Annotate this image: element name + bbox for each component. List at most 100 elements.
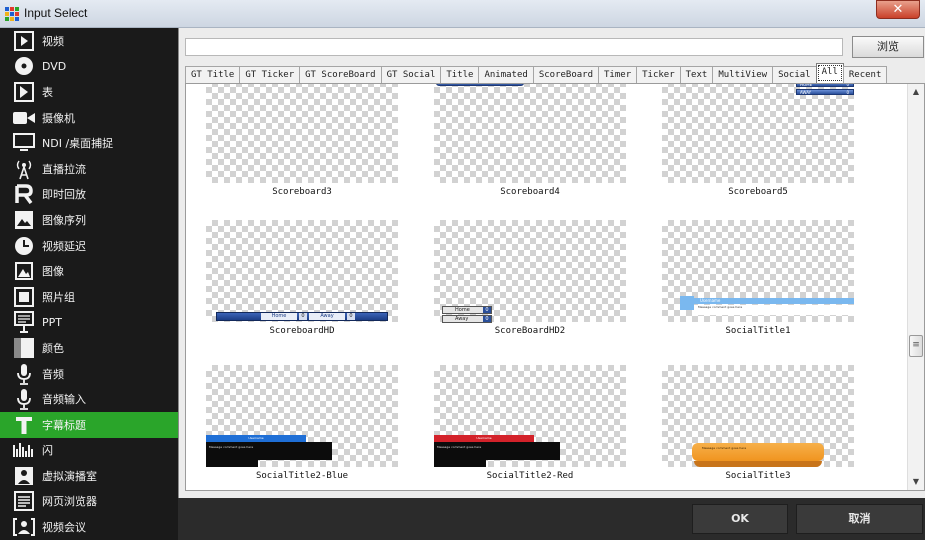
template-thumbnail[interactable]: Username Message comment goes here [434,365,626,467]
sidebar-item-label: 照片组 [42,290,75,304]
sidebar-item-label: 闪 [42,444,53,458]
template-thumbnail[interactable] [206,84,398,183]
template-tile[interactable]: Username Message comment goes here Social… [662,220,854,336]
app-grid-icon [5,7,19,21]
ok-button[interactable]: OK [692,504,788,534]
sidebar-item-2[interactable]: DVD [0,54,178,80]
microphone-icon [12,363,36,385]
template-label: Scoreboard4 [500,187,560,197]
tab-gt-scoreboard[interactable]: GT ScoreBoard [299,66,382,83]
template-thumbnail[interactable]: HOME 0 AWAY 0 [662,84,854,183]
cancel-button[interactable]: 取消 [796,504,923,534]
audio-input-icon [12,388,36,411]
sidebar-item-label: 直播拉流 [42,162,86,176]
template-thumbnail[interactable]: HOME · AWAY [434,84,626,183]
tab-gt-social[interactable]: GT Social [380,66,442,83]
sidebar-item-5[interactable]: NDI /桌面捕捉 [0,130,178,156]
sidebar-item-label: 摄像机 [42,111,75,125]
template-grid: Message comment goes here SocialTitle3 Us… [185,83,925,491]
sidebar-item-label: 视频延迟 [42,239,86,253]
camera-icon [12,107,36,129]
template-thumbnail[interactable]: Home 0 Away 0 [434,220,626,323]
template-tile[interactable]: HOME 0 AWAY 0 Scoreboard5 [662,84,854,197]
sidebar-item-4[interactable]: 摄像机 [0,105,178,131]
image-icon [12,260,36,282]
title-text-icon [12,414,36,436]
dialog-footer: OK 取消 [178,498,925,540]
sidebar-item-11[interactable]: 照片组 [0,284,178,310]
sidebar-item-label: 视频 [42,34,64,48]
replay-icon [12,183,36,205]
template-tile[interactable]: Home 0 Away 0 ScoreboardHD [206,220,398,336]
scroll-up-icon[interactable]: ▲ [908,84,924,100]
template-label: ScoreBoardHD2 [494,326,566,336]
tab-gt-title[interactable]: GT Title [185,66,241,83]
tab-social[interactable]: Social [772,66,817,83]
browse-button[interactable]: 浏览 [852,36,924,58]
sidebar-item-17[interactable]: 闪 [0,438,178,464]
sidebar-item-14[interactable]: 音频 [0,361,178,387]
path-input[interactable] [185,38,843,56]
template-tile[interactable]: Username Message comment goes here Socia… [434,365,626,481]
scroll-thumb[interactable]: ≡ [909,335,923,357]
template-tile[interactable]: Message comment goes here SocialTitle3 [662,365,854,481]
sidebar-item-19[interactable]: 网页浏览器 [0,489,178,515]
virtual-studio-icon [12,465,36,487]
sidebar-item-label: 图像 [42,265,64,279]
window-close-button[interactable]: ✕ [876,0,920,19]
presentation-icon [12,311,36,334]
category-tabs: GT Title GT Ticker GT ScoreBoard GT Social T… [185,63,888,83]
color-icon [12,337,36,359]
template-tile[interactable]: HOME · AWAY Scoreboard4 [434,84,626,197]
sidebar-item-3[interactable]: 表 [0,79,178,105]
sidebar-item-label: 字幕标题 [42,418,86,432]
sidebar-item-18[interactable]: 虚拟演播室 [0,463,178,489]
tab-scoreboard[interactable]: ScoreBoard [532,66,600,83]
window-title: Input Select [24,6,88,20]
tab-recent[interactable]: Recent [842,66,888,83]
template-label: Scoreboard3 [272,187,332,197]
tab-ticker[interactable]: Ticker [636,66,681,83]
tab-gt-ticker[interactable]: GT Ticker [239,66,301,83]
image-sequence-icon [12,209,36,231]
sidebar-item-label: 图像序列 [42,213,86,227]
table-play-icon [12,81,36,103]
tab-timer[interactable]: Timer [598,66,638,83]
video-file-icon [12,30,36,52]
window-titlebar: Input Select ✕ [0,0,925,28]
sidebar-item-15[interactable]: 音频输入 [0,386,178,412]
sidebar-item-7[interactable]: 即时回放 [0,182,178,208]
sidebar-item-16[interactable]: 字幕标题 [0,411,178,438]
sidebar-item-1[interactable]: 视频 [0,28,178,54]
tab-animated[interactable]: Animated [478,66,534,83]
scroll-down-icon[interactable]: ▼ [908,474,924,490]
sidebar-item-6[interactable]: 直播拉流 [0,156,178,182]
template-label: ScoreboardHD [269,326,335,336]
template-label: SocialTitle1 [725,326,791,336]
sidebar-item-9[interactable]: 视频延迟 [0,233,178,259]
template-tile[interactable]: Username Message comment goes here Socia… [206,365,398,481]
sidebar-item-13[interactable]: 颜色 [0,335,178,361]
sidebar-item-10[interactable]: 图像 [0,258,178,284]
tab-multiview[interactable]: MultiView [712,66,774,83]
template-tile[interactable]: Home 0 Away 0 ScoreBoardHD2 [434,220,626,336]
template-thumbnail[interactable]: Username Message comment goes here [206,365,398,467]
sidebar-item-20[interactable]: 视频会议 [0,514,178,540]
sidebar-item-label: 网页浏览器 [42,495,97,509]
vertical-scrollbar[interactable]: ▲ ≡ ▼ [907,84,924,490]
tab-title[interactable]: Title [440,66,480,83]
template-tile[interactable]: Scoreboard3 [206,84,398,197]
template-thumbnail[interactable]: Home 0 Away 0 [206,220,398,322]
tab-all[interactable]: All [815,63,844,83]
input-type-sidebar: 视频 DVD 表摄像机 NDI /桌面捕捉直播拉流即时回放图像序列视频延迟图像照片组 P… [0,28,178,540]
clock-icon [12,235,36,257]
sidebar-item-12[interactable]: PPT [0,310,178,336]
photo-group-icon [12,286,36,308]
template-thumbnail[interactable]: Username Message comment goes here [662,220,854,322]
tab-text[interactable]: Text [679,66,714,83]
sidebar-item-label: 视频会议 [42,521,86,535]
template-thumbnail[interactable]: Message comment goes here [662,365,854,467]
sidebar-item-label: 音频 [42,367,64,381]
template-label: Scoreboard5 [728,187,788,197]
sidebar-item-8[interactable]: 图像序列 [0,207,178,233]
